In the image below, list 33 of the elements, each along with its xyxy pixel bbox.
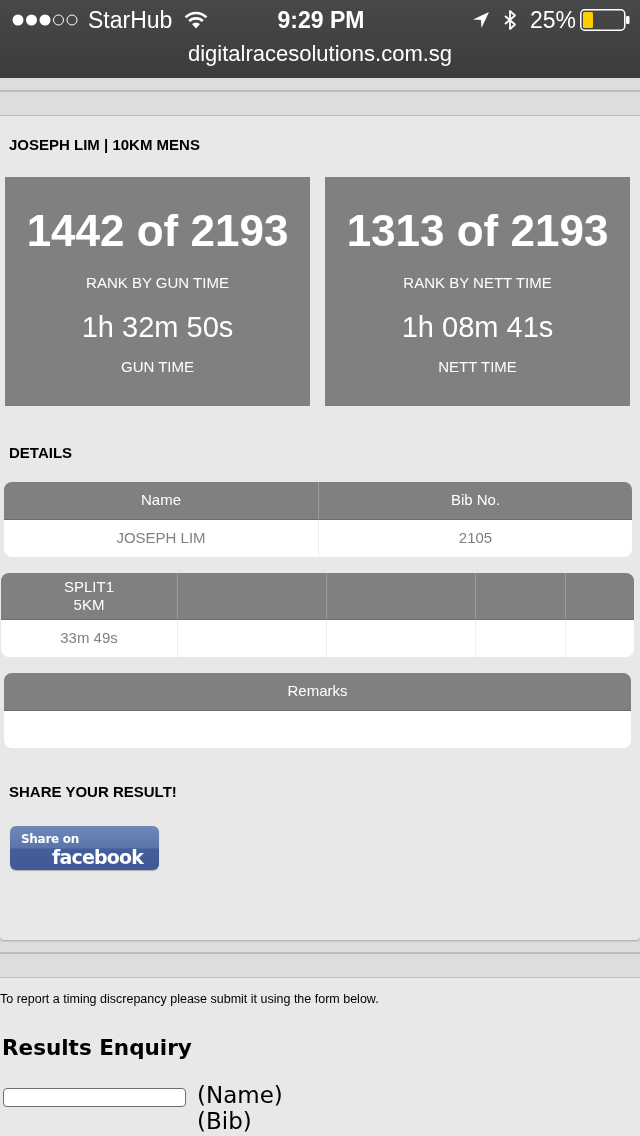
table-cell: 2105	[318, 520, 632, 557]
table-cell-text: 33m 49s	[59, 628, 119, 648]
field-label: (Bib)	[197, 1108, 252, 1134]
signal-dots-icon	[12, 13, 78, 27]
rank-label: RANK BY NETT TIME	[402, 274, 553, 292]
column-header: SPLIT1 5KM	[63, 577, 115, 615]
field-label: (Name)	[197, 1082, 283, 1108]
page-url[interactable]: digitalracesolutions.com.sg	[0, 41, 640, 67]
time-value: 1h 32m 50s	[80, 310, 235, 344]
section-heading: DETAILS	[9, 444, 74, 462]
carrier-name: StarHub	[88, 6, 173, 34]
table-cell-text: JOSEPH LIM	[115, 528, 207, 548]
column-header: Name	[140, 490, 182, 510]
result-heading: JOSEPH LIM | 10KM MENS	[9, 136, 201, 154]
rank-value: 1313 of 2193	[345, 205, 610, 257]
clock-time: 9:29 PM	[277, 6, 365, 34]
bluetooth-icon	[502, 10, 517, 30]
time-label: NETT TIME	[437, 358, 518, 376]
time-label: GUN TIME	[119, 358, 196, 376]
column-header: Remarks	[286, 681, 349, 701]
wifi-icon	[184, 11, 209, 29]
battery-percent: 25%	[529, 6, 576, 34]
section-heading: SHARE YOUR RESULT!	[9, 783, 178, 801]
form-title: Results Enquiry	[2, 1035, 193, 1061]
rank-label: RANK BY GUN TIME	[85, 274, 230, 292]
battery-icon	[580, 9, 630, 31]
rank-value: 1442 of 2193	[25, 205, 290, 257]
location-arrow-icon	[472, 12, 489, 28]
instruction-text: To report a timing discrepancy please submit it using the form below.	[0, 992, 380, 1007]
time-value: 1h 08m 41s	[400, 310, 555, 344]
share-facebook-button[interactable]: Share on facebook	[10, 826, 159, 870]
column-header: Bib No.	[318, 482, 632, 519]
name-input-field[interactable]	[3, 1088, 186, 1107]
